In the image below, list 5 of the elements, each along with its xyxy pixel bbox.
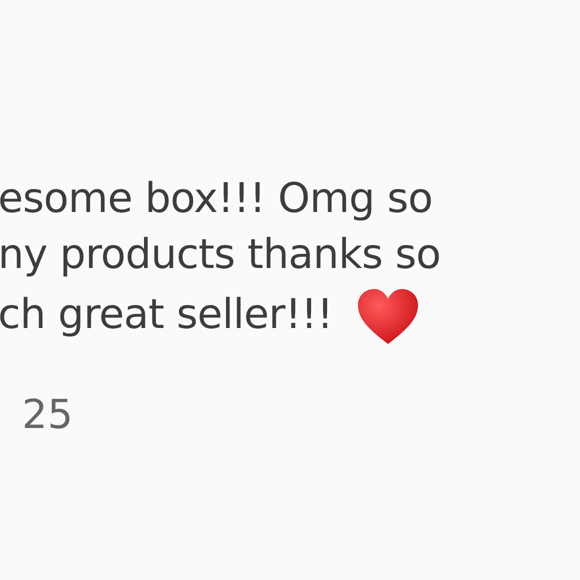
heart-icon [356, 288, 419, 346]
comment-text: esome box!!! Omg so [0, 173, 433, 224]
comment-date: 25 [22, 392, 73, 438]
comment-text: ch great seller!!! [0, 289, 333, 340]
comment-text: ny products thanks so [0, 229, 441, 280]
